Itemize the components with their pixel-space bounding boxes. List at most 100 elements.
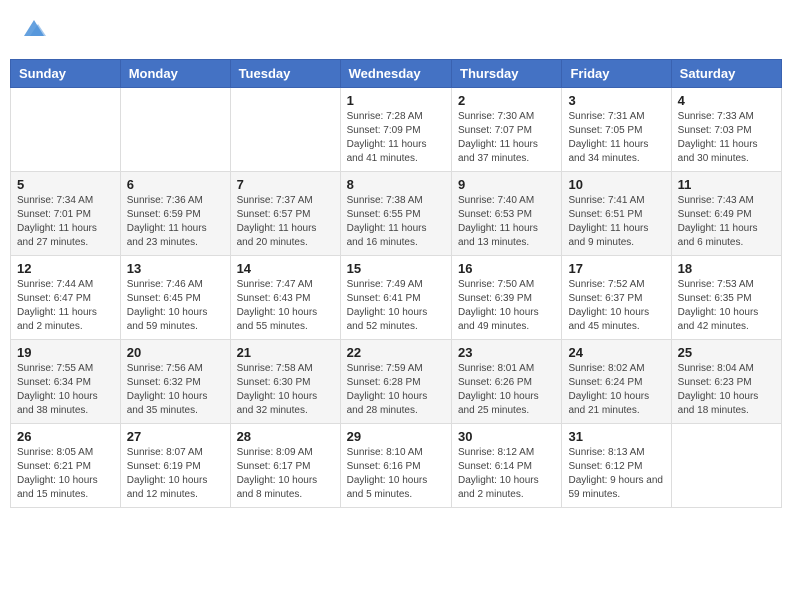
- logo: [18, 14, 48, 47]
- calendar-cell: 23 Sunrise: 8:01 AMSunset: 6:26 PMDayligh…: [452, 340, 562, 424]
- day-info: Sunrise: 7:56 AMSunset: 6:32 PMDaylight:…: [127, 362, 224, 418]
- day-info: Sunrise: 7:44 AMSunset: 6:47 PMDaylight:…: [17, 278, 114, 334]
- day-number: 21: [237, 345, 334, 360]
- day-number: 26: [17, 429, 114, 444]
- calendar-cell: 7 Sunrise: 7:37 AMSunset: 6:57 PMDaylight…: [230, 172, 340, 256]
- day-number: 27: [127, 429, 224, 444]
- day-info: Sunrise: 8:01 AMSunset: 6:26 PMDaylight:…: [458, 362, 555, 418]
- day-number: 1: [347, 93, 445, 108]
- day-info: Sunrise: 7:50 AMSunset: 6:39 PMDaylight:…: [458, 278, 555, 334]
- day-info: Sunrise: 7:58 AMSunset: 6:30 PMDaylight:…: [237, 362, 334, 418]
- calendar-cell: 24 Sunrise: 8:02 AMSunset: 6:24 PMDayligh…: [562, 340, 671, 424]
- calendar-dow-tuesday: Tuesday: [230, 60, 340, 88]
- day-info: Sunrise: 8:10 AMSunset: 6:16 PMDaylight:…: [347, 446, 445, 502]
- calendar-cell: 10 Sunrise: 7:41 AMSunset: 6:51 PMDayligh…: [562, 172, 671, 256]
- day-number: 18: [678, 261, 775, 276]
- calendar-week-3: 12 Sunrise: 7:44 AMSunset: 6:47 PMDayligh…: [11, 256, 782, 340]
- calendar-cell: 14 Sunrise: 7:47 AMSunset: 6:43 PMDayligh…: [230, 256, 340, 340]
- day-info: Sunrise: 7:53 AMSunset: 6:35 PMDaylight:…: [678, 278, 775, 334]
- calendar-cell: [671, 424, 781, 508]
- calendar-cell: 11 Sunrise: 7:43 AMSunset: 6:49 PMDayligh…: [671, 172, 781, 256]
- calendar-cell: 20 Sunrise: 7:56 AMSunset: 6:32 PMDayligh…: [120, 340, 230, 424]
- calendar-cell: 25 Sunrise: 8:04 AMSunset: 6:23 PMDayligh…: [671, 340, 781, 424]
- calendar-cell: 1 Sunrise: 7:28 AMSunset: 7:09 PMDaylight…: [340, 88, 451, 172]
- day-info: Sunrise: 7:55 AMSunset: 6:34 PMDaylight:…: [17, 362, 114, 418]
- day-number: 24: [568, 345, 664, 360]
- calendar-header-row: SundayMondayTuesdayWednesdayThursdayFrid…: [11, 60, 782, 88]
- calendar-table: SundayMondayTuesdayWednesdayThursdayFrid…: [10, 59, 782, 508]
- day-info: Sunrise: 7:46 AMSunset: 6:45 PMDaylight:…: [127, 278, 224, 334]
- day-info: Sunrise: 7:30 AMSunset: 7:07 PMDaylight:…: [458, 110, 555, 166]
- day-number: 9: [458, 177, 555, 192]
- calendar-dow-wednesday: Wednesday: [340, 60, 451, 88]
- calendar-cell: 5Sunrise: 7:34 AMSunset: 7:01 PMDaylight…: [11, 172, 121, 256]
- calendar-week-4: 19 Sunrise: 7:55 AMSunset: 6:34 PMDayligh…: [11, 340, 782, 424]
- calendar-cell: 15 Sunrise: 7:49 AMSunset: 6:41 PMDayligh…: [340, 256, 451, 340]
- calendar-cell: 13 Sunrise: 7:46 AMSunset: 6:45 PMDayligh…: [120, 256, 230, 340]
- day-info: Sunrise: 7:41 AMSunset: 6:51 PMDaylight:…: [568, 194, 664, 250]
- day-number: 2: [458, 93, 555, 108]
- calendar-cell: 26Sunrise: 8:05 AMSunset: 6:21 PMDayligh…: [11, 424, 121, 508]
- calendar-dow-sunday: Sunday: [11, 60, 121, 88]
- day-number: 7: [237, 177, 334, 192]
- day-number: 8: [347, 177, 445, 192]
- day-info: Sunrise: 7:40 AMSunset: 6:53 PMDaylight:…: [458, 194, 555, 250]
- day-info: Sunrise: 7:59 AMSunset: 6:28 PMDaylight:…: [347, 362, 445, 418]
- day-number: 6: [127, 177, 224, 192]
- day-number: 19: [17, 345, 114, 360]
- day-number: 17: [568, 261, 664, 276]
- logo-text: [18, 14, 48, 47]
- calendar-week-2: 5Sunrise: 7:34 AMSunset: 7:01 PMDaylight…: [11, 172, 782, 256]
- day-number: 3: [568, 93, 664, 108]
- day-info: Sunrise: 7:36 AMSunset: 6:59 PMDaylight:…: [127, 194, 224, 250]
- calendar-week-1: 1 Sunrise: 7:28 AMSunset: 7:09 PMDaylight…: [11, 88, 782, 172]
- calendar-cell: 6 Sunrise: 7:36 AMSunset: 6:59 PMDaylight…: [120, 172, 230, 256]
- calendar-cell: [120, 88, 230, 172]
- calendar-cell: 9 Sunrise: 7:40 AMSunset: 6:53 PMDaylight…: [452, 172, 562, 256]
- day-number: 20: [127, 345, 224, 360]
- calendar-cell: 30 Sunrise: 8:12 AMSunset: 6:14 PMDayligh…: [452, 424, 562, 508]
- calendar-cell: [230, 88, 340, 172]
- day-number: 13: [127, 261, 224, 276]
- calendar-cell: 31Sunrise: 8:13 AMSunset: 6:12 PMDayligh…: [562, 424, 671, 508]
- day-info: Sunrise: 7:31 AMSunset: 7:05 PMDaylight:…: [568, 110, 664, 166]
- day-number: 12: [17, 261, 114, 276]
- day-number: 5: [17, 177, 114, 192]
- day-info: Sunrise: 7:49 AMSunset: 6:41 PMDaylight:…: [347, 278, 445, 334]
- calendar-cell: 17 Sunrise: 7:52 AMSunset: 6:37 PMDayligh…: [562, 256, 671, 340]
- calendar-cell: 12 Sunrise: 7:44 AMSunset: 6:47 PMDayligh…: [11, 256, 121, 340]
- day-info: Sunrise: 7:37 AMSunset: 6:57 PMDaylight:…: [237, 194, 334, 250]
- day-info: Sunrise: 8:09 AMSunset: 6:17 PMDaylight:…: [237, 446, 334, 502]
- calendar-cell: 2 Sunrise: 7:30 AMSunset: 7:07 PMDaylight…: [452, 88, 562, 172]
- calendar-week-5: 26Sunrise: 8:05 AMSunset: 6:21 PMDayligh…: [11, 424, 782, 508]
- day-number: 4: [678, 93, 775, 108]
- calendar-cell: 27 Sunrise: 8:07 AMSunset: 6:19 PMDayligh…: [120, 424, 230, 508]
- calendar-cell: 19 Sunrise: 7:55 AMSunset: 6:34 PMDayligh…: [11, 340, 121, 424]
- day-number: 29: [347, 429, 445, 444]
- day-number: 25: [678, 345, 775, 360]
- day-info: Sunrise: 8:02 AMSunset: 6:24 PMDaylight:…: [568, 362, 664, 418]
- calendar-cell: 28 Sunrise: 8:09 AMSunset: 6:17 PMDayligh…: [230, 424, 340, 508]
- day-number: 10: [568, 177, 664, 192]
- day-info: Sunrise: 8:12 AMSunset: 6:14 PMDaylight:…: [458, 446, 555, 502]
- calendar-cell: 29 Sunrise: 8:10 AMSunset: 6:16 PMDayligh…: [340, 424, 451, 508]
- day-info: Sunrise: 7:43 AMSunset: 6:49 PMDaylight:…: [678, 194, 775, 250]
- calendar-cell: 18 Sunrise: 7:53 AMSunset: 6:35 PMDayligh…: [671, 256, 781, 340]
- day-number: 11: [678, 177, 775, 192]
- day-number: 30: [458, 429, 555, 444]
- day-number: 28: [237, 429, 334, 444]
- calendar-cell: 16Sunrise: 7:50 AMSunset: 6:39 PMDayligh…: [452, 256, 562, 340]
- day-info: Sunrise: 7:52 AMSunset: 6:37 PMDaylight:…: [568, 278, 664, 334]
- day-info: Sunrise: 7:28 AMSunset: 7:09 PMDaylight:…: [347, 110, 445, 166]
- day-number: 15: [347, 261, 445, 276]
- calendar-dow-monday: Monday: [120, 60, 230, 88]
- day-info: Sunrise: 8:07 AMSunset: 6:19 PMDaylight:…: [127, 446, 224, 502]
- day-info: Sunrise: 7:47 AMSunset: 6:43 PMDaylight:…: [237, 278, 334, 334]
- day-info: Sunrise: 8:04 AMSunset: 6:23 PMDaylight:…: [678, 362, 775, 418]
- calendar-cell: 8Sunrise: 7:38 AMSunset: 6:55 PMDaylight…: [340, 172, 451, 256]
- day-number: 23: [458, 345, 555, 360]
- page-header: [10, 10, 782, 51]
- day-number: 14: [237, 261, 334, 276]
- logo-icon: [20, 14, 48, 42]
- day-info: Sunrise: 8:13 AMSunset: 6:12 PMDaylight:…: [568, 446, 664, 502]
